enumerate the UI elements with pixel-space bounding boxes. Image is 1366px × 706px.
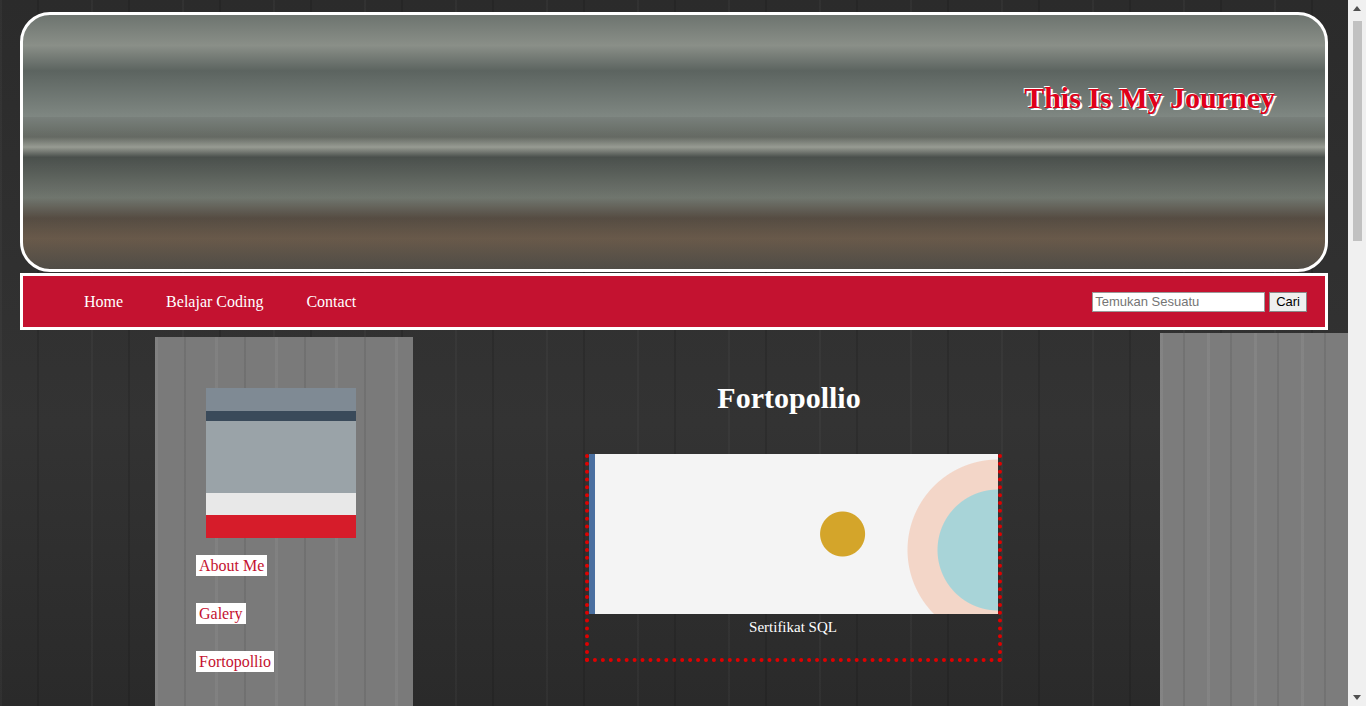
search-form: Cari xyxy=(1092,292,1307,312)
site-title: This Is My Journey xyxy=(1024,81,1275,115)
page: This Is My Journey Home Belajar Coding Cont… xyxy=(0,0,1348,706)
search-input[interactable] xyxy=(1092,292,1265,312)
left-gap xyxy=(0,333,155,706)
sidebar-item[interactable]: About Me xyxy=(196,555,267,576)
portfolio-card: Sertifikat SQL xyxy=(585,454,1002,662)
scrollbar[interactable] xyxy=(1348,0,1366,706)
main-content: Fortopollio Sertifikat SQL xyxy=(418,333,1160,706)
nav-bar: Home Belajar Coding Contact Cari xyxy=(20,273,1328,330)
right-column xyxy=(1160,333,1348,706)
nav-link[interactable]: Belajar Coding xyxy=(166,293,263,311)
scroll-up-icon[interactable] xyxy=(1348,0,1366,17)
card-caption: Sertifikat SQL xyxy=(749,619,837,636)
scroll-down-icon[interactable] xyxy=(1348,689,1366,706)
sidebar-item[interactable]: Fortopollio xyxy=(196,651,274,672)
gap xyxy=(413,333,418,706)
nav-link[interactable]: Home xyxy=(84,293,123,311)
header-banner: This Is My Journey xyxy=(20,12,1328,272)
profile-photo xyxy=(206,388,356,538)
nav-link[interactable]: Contact xyxy=(306,293,356,311)
content: About Me Galery Fortopollio Fortopollio Sert… xyxy=(0,333,1348,706)
nav-links: Home Belajar Coding Contact xyxy=(84,293,1092,311)
sidebar-item[interactable]: Galery xyxy=(196,603,246,624)
page-heading: Fortopollio xyxy=(717,381,860,415)
scroll-thumb[interactable] xyxy=(1353,21,1362,241)
sidebar: About Me Galery Fortopollio xyxy=(155,337,413,706)
search-button[interactable]: Cari xyxy=(1269,292,1307,312)
certificate-image[interactable] xyxy=(589,454,998,614)
